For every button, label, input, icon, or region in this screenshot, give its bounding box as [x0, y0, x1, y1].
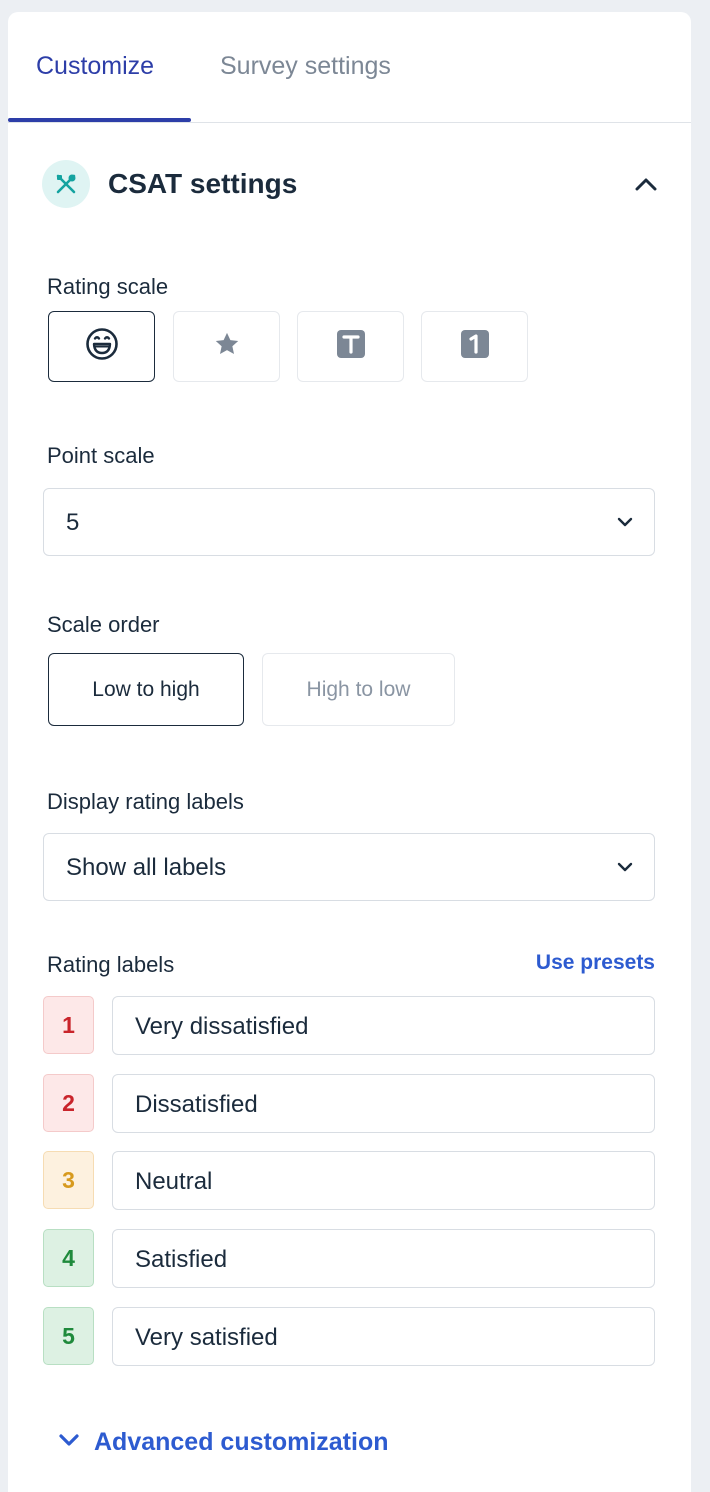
rating-label-input[interactable]: Neutral — [112, 1151, 655, 1210]
tab-bar: Customize Survey settings — [8, 12, 691, 123]
rating-number-badge: 4 — [43, 1229, 94, 1287]
smiley-icon — [85, 327, 119, 366]
rating-label-row: 1 Very dissatisfied — [43, 996, 655, 1055]
rating-label-row: 3 Neutral — [43, 1151, 655, 1210]
point-scale-select[interactable]: 5 — [43, 488, 655, 556]
rating-label-input[interactable]: Satisfied — [112, 1229, 655, 1288]
rating-scale-label: Rating scale — [47, 274, 169, 299]
section-title: CSAT settings — [108, 168, 298, 199]
rating-scale-emoji-button[interactable] — [48, 311, 155, 382]
rating-label-input[interactable]: Very satisfied — [112, 1307, 655, 1366]
rating-labels-label: Rating labels — [47, 952, 175, 977]
rating-label-text: Satisfied — [135, 1246, 228, 1273]
low-to-high-button[interactable]: Low to high — [48, 653, 244, 726]
tab-survey-settings[interactable]: Survey settings — [220, 51, 391, 81]
display-rating-labels-value: Show all labels — [66, 854, 227, 881]
rating-label-text: Neutral — [135, 1168, 213, 1195]
active-tab-indicator — [8, 118, 191, 122]
rating-label-input[interactable]: Very dissatisfied — [112, 996, 655, 1055]
settings-panel: Customize Survey settings CSAT settings … — [8, 12, 691, 1492]
rating-label-text: Very dissatisfied — [135, 1013, 309, 1040]
chevron-down-icon — [58, 1433, 80, 1452]
use-presets-link[interactable]: Use presets — [536, 950, 655, 976]
rating-label-text: Very satisfied — [135, 1324, 278, 1351]
point-scale-value: 5 — [66, 509, 80, 536]
chevron-down-icon — [616, 513, 634, 531]
tools-icon — [42, 160, 90, 208]
advanced-customization-toggle[interactable]: Advanced customization — [58, 1426, 389, 1458]
rating-scale-number-button[interactable] — [421, 311, 528, 382]
rating-label-row: 5 Very satisfied — [43, 1307, 655, 1366]
display-rating-labels-label: Display rating labels — [47, 789, 244, 814]
star-icon — [213, 330, 241, 363]
text-t-icon — [336, 329, 366, 364]
rating-label-input[interactable]: Dissatisfied — [112, 1074, 655, 1133]
rating-scale-star-button[interactable] — [173, 311, 280, 382]
tab-customize[interactable]: Customize — [36, 51, 154, 81]
scale-order-label: Scale order — [47, 612, 160, 637]
csat-settings-header[interactable]: CSAT settings — [42, 160, 662, 208]
rating-number-badge: 1 — [43, 996, 94, 1054]
rating-label-text: Dissatisfied — [135, 1091, 258, 1118]
high-to-low-button[interactable]: High to low — [262, 653, 455, 726]
rating-scale-text-button[interactable] — [297, 311, 404, 382]
rating-number-badge: 2 — [43, 1074, 94, 1132]
advanced-customization-label: Advanced customization — [94, 1427, 389, 1456]
display-rating-labels-select[interactable]: Show all labels — [43, 833, 655, 901]
number-one-icon — [460, 329, 490, 364]
rating-label-row: 2 Dissatisfied — [43, 1074, 655, 1133]
point-scale-label: Point scale — [47, 443, 155, 468]
rating-label-row: 4 Satisfied — [43, 1229, 655, 1288]
rating-number-badge: 5 — [43, 1307, 94, 1365]
rating-number-badge: 3 — [43, 1151, 94, 1209]
chevron-up-icon[interactable] — [632, 170, 660, 198]
chevron-down-icon — [616, 858, 634, 876]
